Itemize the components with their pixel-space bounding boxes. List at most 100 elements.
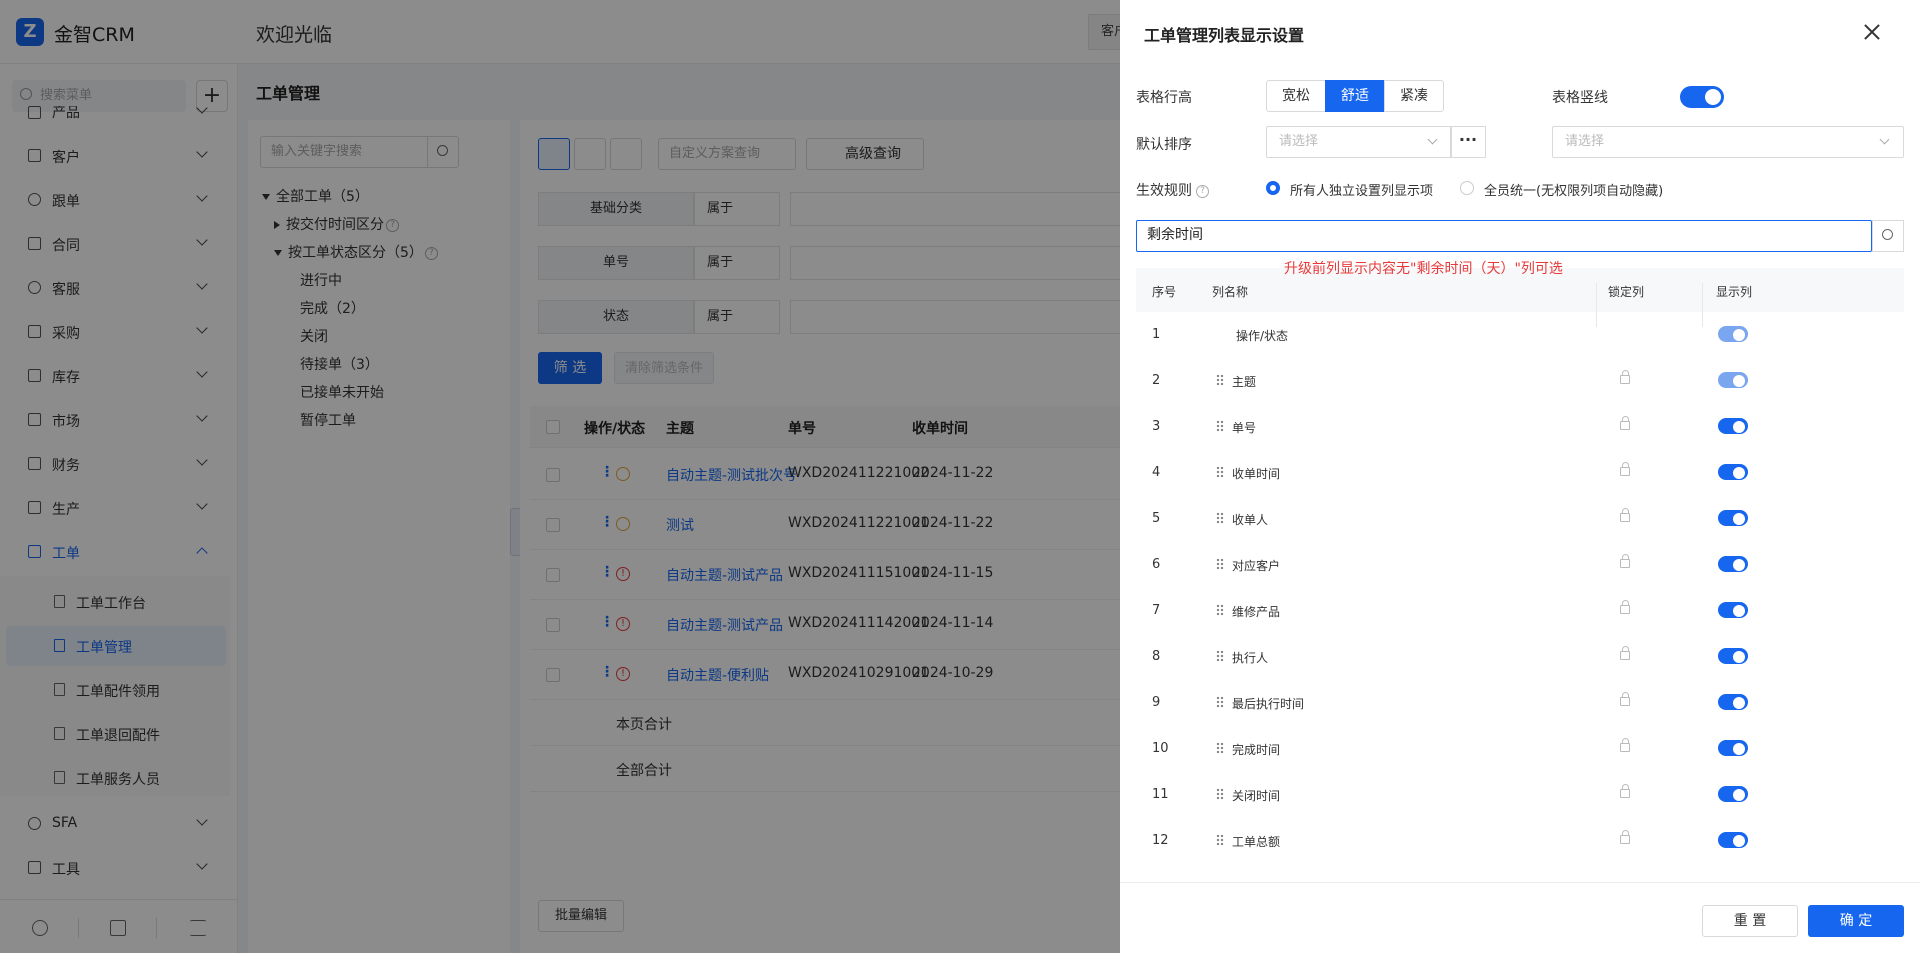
drag-handle-icon[interactable]: [1216, 466, 1224, 478]
column-seq: 3: [1152, 419, 1161, 434]
show-column-toggle[interactable]: [1718, 510, 1748, 526]
drag-handle-icon[interactable]: [1216, 788, 1224, 800]
lock-icon[interactable]: [1620, 508, 1630, 522]
lock-icon[interactable]: [1620, 830, 1630, 844]
show-column-toggle[interactable]: [1718, 418, 1748, 434]
show-column-toggle[interactable]: [1718, 556, 1748, 572]
column-name: 执行人: [1232, 651, 1269, 665]
lock-icon[interactable]: [1620, 462, 1630, 476]
annotation-note: 升级前列显示内容无"剩余时间（天）"列可选: [1284, 261, 1563, 277]
lock-icon[interactable]: [1620, 600, 1630, 614]
drawer-title: 工单管理列表显示设置: [1144, 26, 1305, 45]
lock-icon[interactable]: [1620, 554, 1630, 568]
show-column-toggle[interactable]: [1718, 648, 1748, 664]
column-name: 收单人: [1232, 513, 1269, 527]
default-sort-label: 默认排序: [1136, 137, 1192, 153]
column-header: 列名称: [1212, 285, 1249, 299]
drag-handle-icon[interactable]: [1216, 374, 1224, 386]
sort-more-button[interactable]: ···: [1450, 126, 1486, 158]
column-name: 最后执行时间: [1232, 697, 1305, 711]
rule-option-individual[interactable]: 所有人独立设置列显示项: [1290, 180, 1433, 199]
column-seq: 9: [1152, 695, 1161, 710]
lock-icon[interactable]: [1620, 646, 1630, 660]
drag-handle-icon[interactable]: [1216, 742, 1224, 754]
column-seq: 10: [1152, 741, 1169, 756]
confirm-button[interactable]: 确 定: [1808, 905, 1904, 937]
column-settings-drawer: 工单管理列表显示设置 表格行高 宽松 舒适 紧凑 表格竖线 默认排序 请选择 ·…: [1120, 0, 1920, 953]
column-seq: 6: [1152, 557, 1161, 572]
rule-label-text: 生效规则: [1136, 183, 1192, 199]
show-column-toggle: [1718, 372, 1748, 388]
reset-button[interactable]: 重 置: [1702, 905, 1798, 937]
rule-radio-unified[interactable]: [1460, 181, 1474, 195]
drag-handle-icon[interactable]: [1216, 558, 1224, 570]
column-header: 显示列: [1716, 285, 1753, 299]
column-row[interactable]: 10 完成时间: [1136, 726, 1904, 772]
lock-icon[interactable]: [1620, 738, 1630, 752]
sort-order-select[interactable]: 请选择: [1552, 126, 1904, 158]
drag-handle-icon[interactable]: [1216, 696, 1224, 708]
column-name: 收单时间: [1232, 467, 1281, 481]
column-name: 操作/状态: [1236, 329, 1289, 343]
select-placeholder: 请选择: [1279, 134, 1319, 149]
show-column-toggle[interactable]: [1718, 464, 1748, 480]
column-seq: 8: [1152, 649, 1161, 664]
lock-icon[interactable]: [1620, 784, 1630, 798]
vertical-line-toggle[interactable]: [1680, 86, 1724, 108]
lock-icon[interactable]: [1620, 416, 1630, 430]
column-row[interactable]: 7 维修产品: [1136, 588, 1904, 634]
app-root: Z 金智CRM 欢迎光临 客户 搜索菜单 + 产品 客户 跟单 合同 客服 采购…: [0, 0, 1920, 953]
vertical-line-label: 表格竖线: [1552, 90, 1608, 106]
drag-handle-icon[interactable]: [1216, 834, 1224, 846]
column-name: 主题: [1232, 375, 1257, 389]
column-row[interactable]: 12 工单总额: [1136, 818, 1904, 864]
drag-handle-icon[interactable]: [1216, 420, 1224, 432]
lock-icon[interactable]: [1620, 370, 1630, 384]
show-column-toggle[interactable]: [1718, 602, 1748, 618]
column-header: 锁定列: [1608, 285, 1645, 299]
column-row[interactable]: 3 单号: [1136, 404, 1904, 450]
rule-label: 生效规则?: [1136, 180, 1209, 200]
column-seq: 1: [1152, 327, 1161, 342]
drag-handle-icon[interactable]: [1216, 650, 1224, 662]
column-search-input[interactable]: 剩余时间: [1136, 220, 1872, 252]
column-row[interactable]: 11 关闭时间: [1136, 772, 1904, 818]
column-seq: 7: [1152, 603, 1161, 618]
close-icon[interactable]: [1862, 22, 1882, 42]
show-column-toggle: [1718, 326, 1748, 342]
show-column-toggle[interactable]: [1718, 832, 1748, 848]
column-row[interactable]: 5 收单人: [1136, 496, 1904, 542]
show-column-toggle[interactable]: [1718, 786, 1748, 802]
column-seq: 12: [1152, 833, 1169, 848]
row-height-label: 表格行高: [1136, 90, 1192, 106]
row-height-loose[interactable]: 宽松: [1266, 80, 1326, 112]
drag-handle-icon[interactable]: [1216, 604, 1224, 616]
help-icon: ?: [1196, 184, 1209, 198]
modal-mask[interactable]: [0, 0, 1120, 953]
show-column-toggle[interactable]: [1718, 694, 1748, 710]
drag-handle-icon[interactable]: [1216, 512, 1224, 524]
column-name: 维修产品: [1232, 605, 1281, 619]
sort-field-select[interactable]: 请选择: [1266, 126, 1452, 158]
column-seq: 4: [1152, 465, 1161, 480]
column-seq: 11: [1152, 787, 1169, 802]
chevron-down-icon: [1879, 134, 1890, 145]
column-seq: 5: [1152, 511, 1161, 526]
row-height-comfortable[interactable]: 舒适: [1325, 80, 1385, 112]
row-height-compact[interactable]: 紧凑: [1384, 80, 1444, 112]
column-row[interactable]: 2 主题: [1136, 358, 1904, 404]
column-name: 完成时间: [1232, 743, 1281, 757]
column-row[interactable]: 6 对应客户: [1136, 542, 1904, 588]
lock-icon[interactable]: [1620, 692, 1630, 706]
rule-radio-individual[interactable]: [1266, 181, 1280, 195]
column-row[interactable]: 9 最后执行时间: [1136, 680, 1904, 726]
column-row[interactable]: 8 执行人: [1136, 634, 1904, 680]
column-row: 1 操作/状态: [1136, 312, 1904, 358]
column-row[interactable]: 4 收单时间: [1136, 450, 1904, 496]
show-column-toggle[interactable]: [1718, 740, 1748, 756]
rule-option-unified[interactable]: 全员统一(无权限列项自动隐藏): [1484, 180, 1663, 199]
column-seq: 2: [1152, 373, 1161, 388]
column-search-button[interactable]: [1872, 220, 1904, 252]
column-header: 序号: [1152, 285, 1177, 299]
chevron-down-icon: [1427, 134, 1438, 145]
